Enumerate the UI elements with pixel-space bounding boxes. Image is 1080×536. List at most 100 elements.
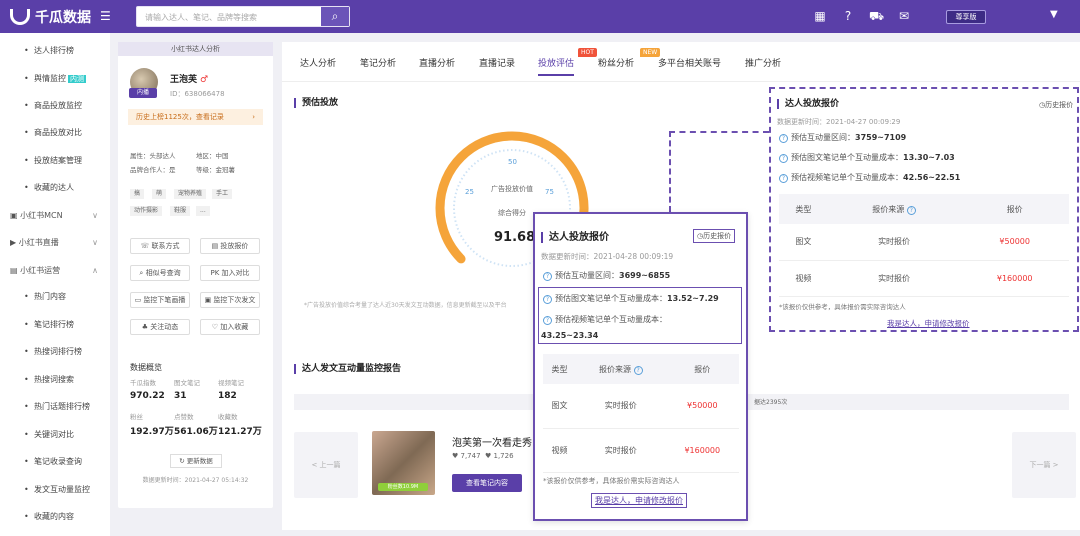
quote-button[interactable]: ▤ 投放报价 bbox=[200, 238, 260, 254]
quote-panel-current: 达人投放报价 ◷历史报价 数据更新时间：2021-04-28 00:09:19 … bbox=[533, 212, 748, 521]
tab-fan-analysis[interactable]: 粉丝分析 bbox=[598, 56, 634, 69]
sidebar-item[interactable]: 达人排行榜 bbox=[0, 41, 110, 61]
tab-live-analysis[interactable]: 直播分析 bbox=[419, 56, 455, 69]
hot-badge: HOT bbox=[578, 48, 597, 57]
help-icon: ? bbox=[543, 316, 552, 325]
quote-title: 达人投放报价 bbox=[777, 99, 839, 109]
search-box[interactable]: 请输入达人、笔记、品牌等搜索 ⌕ bbox=[136, 6, 350, 27]
follow-button[interactable]: ♣ 关注动态 bbox=[130, 319, 190, 335]
vip-badge[interactable]: 尊享版 bbox=[946, 10, 986, 24]
refresh-icon: ↻ bbox=[179, 457, 187, 465]
help-icon: ? bbox=[779, 154, 788, 163]
mail-icon[interactable]: ✉ bbox=[897, 9, 911, 23]
likes-count: ♥ 7,747 bbox=[452, 452, 481, 460]
tag: 搞 bbox=[130, 189, 145, 199]
attr-type: 属性：头部达人 bbox=[130, 152, 176, 160]
image-cost: ? 预估图文笔记单个互动量成本：13.30~7.03 bbox=[779, 152, 955, 163]
stat-label: 收藏数 bbox=[218, 413, 238, 421]
tab-placement-evaluation[interactable]: 投放评估 bbox=[538, 56, 575, 76]
help-icon[interactable]: ? bbox=[841, 9, 855, 23]
sidebar-item[interactable]: 收藏的内容 bbox=[0, 507, 110, 527]
image-cost: ? 预估图文笔记单个互动量成本：13.52~7.29 bbox=[543, 293, 719, 304]
apply-modify-link[interactable]: 我是达人，申请修改报价 bbox=[887, 318, 970, 329]
table-row: 视频 实时报价 ¥160000 bbox=[543, 428, 739, 473]
video-cost: ? 预估视频笔记单个互动量成本： bbox=[543, 314, 667, 325]
sidebar-item[interactable]: 收藏的达人 bbox=[0, 178, 110, 198]
sidebar-item[interactable]: 关键词对比 bbox=[0, 425, 110, 445]
app-logo[interactable]: 千瓜数据 bbox=[10, 7, 91, 27]
history-quote-button[interactable]: ◷历史报价 bbox=[1039, 100, 1073, 110]
help-icon: ? bbox=[633, 365, 643, 375]
sidebar-item[interactable]: 热门话题排行榜 bbox=[0, 397, 110, 417]
stat-value: 561.06万 bbox=[174, 427, 218, 437]
col-header: 类型 bbox=[779, 194, 828, 224]
apply-modify-link[interactable]: 我是达人，申请修改报价 bbox=[595, 496, 683, 505]
stat-value: 31 bbox=[174, 391, 187, 401]
search-icon[interactable]: ⌕ bbox=[321, 7, 349, 26]
col-header: 报价 bbox=[665, 354, 739, 384]
data-overview-title: 数据概览 bbox=[130, 363, 162, 372]
tab-bar: 达人分析 笔记分析 直播分析 直播记录 投放评估 HOT 粉丝分析 NEW 多平… bbox=[282, 42, 1080, 82]
history-quote-button[interactable]: ◷历史报价 bbox=[693, 229, 736, 243]
users-icon: ▣ bbox=[10, 211, 21, 220]
search-input[interactable]: 请输入达人、笔记、品牌等搜索 bbox=[137, 7, 321, 26]
logo-text: 千瓜数据 bbox=[35, 10, 91, 26]
table-row: 视频 实时报价 ¥160000 bbox=[779, 260, 1069, 297]
prev-button[interactable]: < 上一篇 bbox=[294, 432, 358, 498]
favorite-button[interactable]: ♡ 加入收藏 bbox=[200, 319, 260, 335]
tab-note-analysis[interactable]: 笔记分析 bbox=[360, 56, 396, 69]
history-rank-link[interactable]: 历史上榜1125次，查看记录 › bbox=[128, 109, 263, 125]
tab-live-records[interactable]: 直播记录 bbox=[479, 56, 515, 69]
attr-region: 地区：中国 bbox=[196, 152, 229, 160]
sidebar-group-live[interactable]: ▶ 小红书直播 ∨ bbox=[0, 233, 110, 253]
update-data-button[interactable]: ↻ 更新数据 bbox=[170, 454, 222, 468]
sidebar-item[interactable]: 热搜词搜索 bbox=[0, 370, 110, 390]
sidebar-item[interactable]: 笔记排行榜 bbox=[0, 315, 110, 335]
sidebar-item[interactable]: 热门内容 bbox=[0, 287, 110, 307]
gauge-label: 广告投放价值 bbox=[491, 185, 533, 193]
sidebar-group-ops[interactable]: ▤ 小红书运营 ∧ bbox=[0, 261, 110, 281]
hamburger-icon[interactable]: ☰ bbox=[100, 9, 111, 23]
sidebar-item[interactable]: 舆情监控内测 bbox=[0, 69, 110, 89]
similar-button[interactable]: ⌕ 相似号查询 bbox=[130, 265, 190, 281]
video-thumbnail[interactable]: 粉丝数10.9M bbox=[372, 431, 435, 495]
gauge-score: 91.68 bbox=[494, 230, 536, 245]
apply-modify-box: 我是达人，申请修改报价 bbox=[591, 493, 687, 508]
video-title[interactable]: 泡芙第一次看走秀 bbox=[452, 434, 536, 449]
chevron-down-icon: ∨ bbox=[92, 211, 98, 220]
sidebar-item[interactable]: 发文互动量监控 bbox=[0, 480, 110, 500]
tab-promotion-analysis[interactable]: 推广分析 bbox=[745, 56, 781, 69]
stat-label: 点赞数 bbox=[174, 413, 194, 421]
monitor-live-button[interactable]: ▭ 监控下笔画播 bbox=[130, 292, 190, 308]
stat-value: 182 bbox=[218, 391, 237, 401]
sidebar-item[interactable]: 商品投放对比 bbox=[0, 123, 110, 143]
sidebar-item[interactable]: 笔记收录查询 bbox=[0, 452, 110, 472]
monitor-post-button[interactable]: ▣ 监控下次发文 bbox=[200, 292, 260, 308]
chart-icon: ▤ bbox=[10, 266, 21, 275]
thumb-tag: 粉丝数10.9M bbox=[378, 483, 428, 491]
video-cost-value: 43.25~23.34 bbox=[541, 331, 599, 340]
video-icon: ▶ bbox=[10, 238, 19, 247]
sidebar-item[interactable]: 投放结案管理 bbox=[0, 151, 110, 171]
connector-line bbox=[669, 131, 769, 133]
stat-label: 粉丝 bbox=[130, 413, 143, 421]
next-button[interactable]: 下一篇 > bbox=[1012, 432, 1076, 498]
sidebar-item[interactable]: 热搜词排行榜 bbox=[0, 342, 110, 362]
follow-icon: ♣ bbox=[141, 323, 151, 331]
cart-icon[interactable]: ⛟ bbox=[869, 9, 884, 23]
sidebar-item[interactable]: 商品投放监控 bbox=[0, 96, 110, 116]
video-stats: ♥ 7,747 ♥ 1,726 bbox=[452, 452, 514, 460]
stat-value: 121.27万 bbox=[218, 427, 262, 437]
profile-name: 王泡芙 ♂ bbox=[170, 75, 209, 85]
sidebar-group-mcn[interactable]: ▣ 小红书MCN ∨ bbox=[0, 206, 110, 226]
tab-influencer-analysis[interactable]: 达人分析 bbox=[300, 56, 336, 69]
contact-button[interactable]: ☏ 联系方式 bbox=[130, 238, 190, 254]
gauge-note: *广告投放价值综合考量了达人近30天发文互动数据，信息更新截至以及平台 bbox=[304, 302, 507, 309]
phone-icon: ☏ bbox=[140, 242, 152, 250]
grid-icon[interactable]: ▦ bbox=[813, 9, 827, 23]
tab-multi-platform[interactable]: 多平台相关账号 bbox=[658, 56, 721, 69]
tag: 动作摄影 bbox=[130, 206, 163, 216]
view-note-button[interactable]: 查看笔记内容 bbox=[452, 474, 522, 492]
compare-button[interactable]: PK 加入对比 bbox=[200, 265, 260, 281]
chevron-down-icon[interactable]: ▼ bbox=[1050, 9, 1058, 20]
